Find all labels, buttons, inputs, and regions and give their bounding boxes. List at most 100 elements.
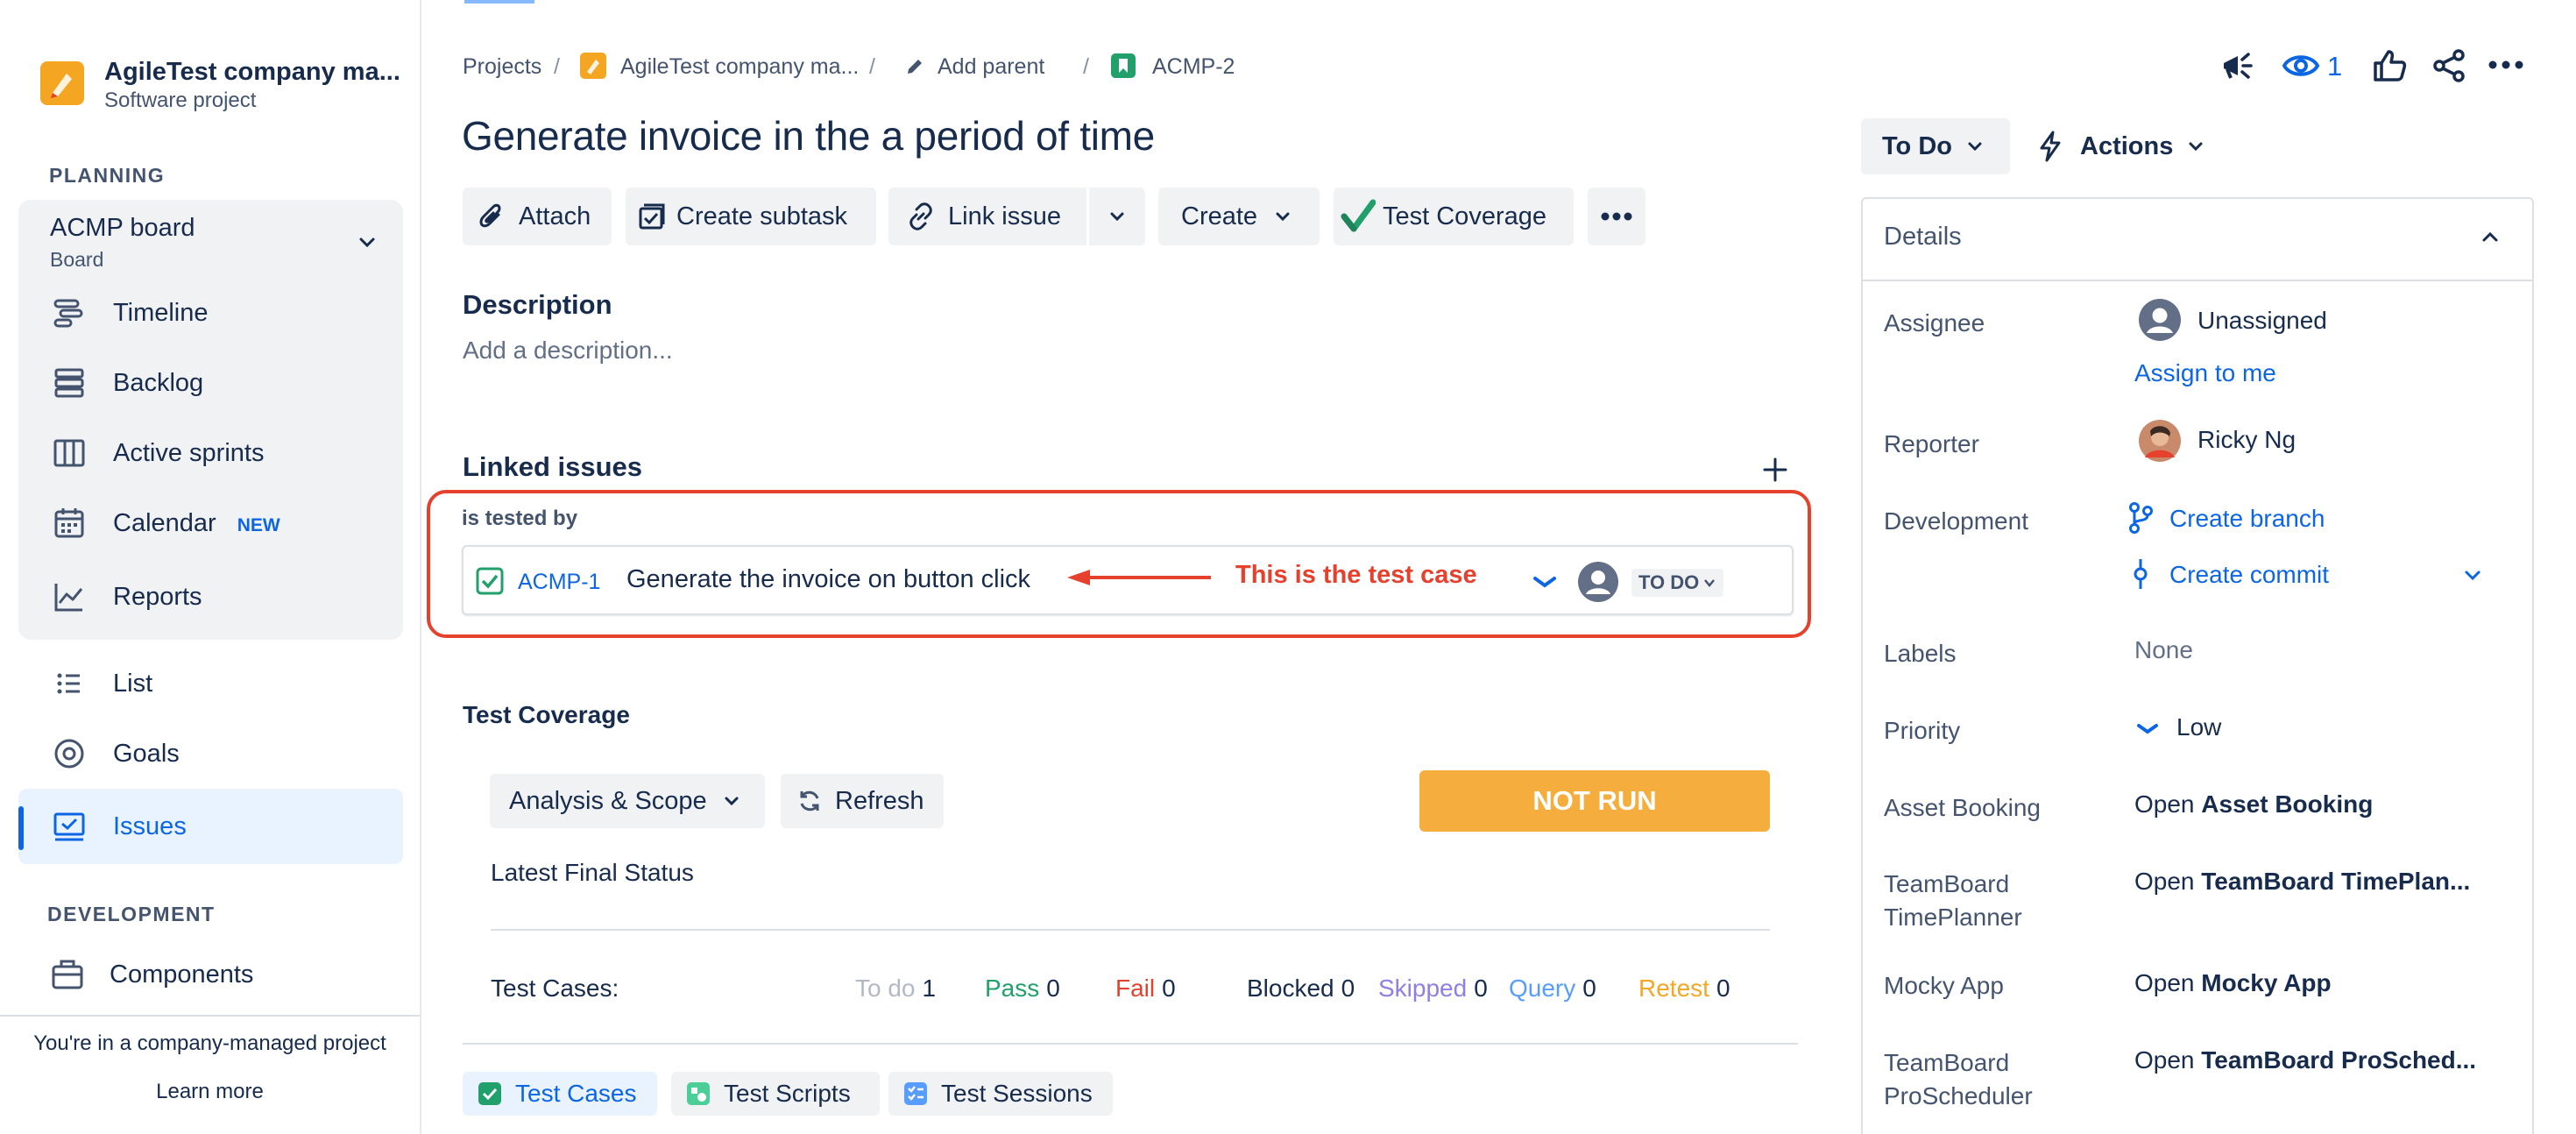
label-line: TeamBoard (1884, 1049, 2010, 1076)
reporter-label: Reporter (1884, 430, 1979, 457)
issue-title[interactable]: Generate invoice in the a period of time (462, 112, 1155, 159)
stat-skipped[interactable]: Skipped 0 (1378, 975, 1488, 1003)
stat-query[interactable]: Query 0 (1509, 975, 1596, 1003)
priority-low-icon (2134, 719, 2161, 744)
sidebar-item-backlog[interactable]: Backlog (18, 349, 403, 417)
attach-button[interactable]: Attach (463, 188, 612, 245)
breadcrumb-project[interactable]: AgileTest company ma... (620, 54, 859, 80)
teamboard-proscheduler-link[interactable]: Open TeamBoard ProSched... (2134, 1046, 2476, 1074)
teamboard-proscheduler-name: TeamBoard ProSched... (2201, 1046, 2477, 1074)
link-issue-dropdown[interactable] (1089, 188, 1145, 245)
test-coverage-button[interactable]: Test Coverage (1334, 188, 1574, 245)
stat-fail[interactable]: Fail 0 (1115, 975, 1176, 1003)
avatar (1577, 561, 1619, 607)
more-icon[interactable] (2487, 49, 2525, 85)
open-text: Open (2134, 868, 2195, 895)
sidebar-item-goals[interactable]: Goals (18, 719, 403, 788)
labels-value[interactable]: None (2134, 636, 2193, 664)
stat-value: 0 (1582, 975, 1596, 1002)
create-branch-link[interactable]: Create branch (2169, 505, 2325, 533)
description-heading: Description (463, 289, 612, 320)
priority-value[interactable]: Low (2176, 713, 2221, 741)
sidebar-item-components[interactable]: Components (18, 940, 403, 1009)
watch-count[interactable]: 1 (2327, 51, 2342, 82)
teamboard-timeplanner-link[interactable]: Open TeamBoard TimePlan... (2134, 868, 2470, 896)
reports-icon (52, 579, 87, 614)
stat-retest[interactable]: Retest 0 (1638, 975, 1730, 1003)
sidebar-item-label: Components (110, 960, 254, 989)
create-button[interactable]: Create (1158, 188, 1320, 245)
chevron-down-icon (725, 797, 739, 806)
mocky-app-name: Mocky App (2201, 969, 2332, 996)
tab-test-scripts[interactable]: Test Scripts (671, 1072, 880, 1116)
top-accent-bar (464, 0, 534, 4)
stat-pass[interactable]: Pass 0 (985, 975, 1060, 1003)
linked-issue-summary[interactable]: Generate the invoice on button click (626, 565, 1030, 594)
arrow-left-icon (1065, 568, 1213, 592)
status-label: To Do (1882, 131, 1952, 160)
stat-label: Blocked (1247, 975, 1334, 1002)
mocky-app-link[interactable]: Open Mocky App (2134, 969, 2332, 997)
tab-test-sessions[interactable]: Test Sessions (888, 1072, 1113, 1116)
test-case-icon (476, 567, 504, 599)
actions-button[interactable]: Actions (2036, 118, 2206, 174)
linked-issue-key[interactable]: ACMP-1 (518, 570, 600, 595)
linked-issue-status[interactable]: TO DO (1631, 569, 1724, 597)
breadcrumb-projects[interactable]: Projects (463, 54, 541, 80)
details-heading: Details (1884, 223, 1962, 251)
create-label: Create (1181, 202, 1258, 230)
stat-label: Fail (1115, 975, 1156, 1002)
add-link-plus-icon[interactable] (1759, 454, 1791, 490)
link-issue-button[interactable]: Link issue (888, 188, 1086, 245)
share-icon[interactable] (2431, 47, 2467, 89)
reporter-value[interactable]: Ricky Ng (2197, 426, 2296, 454)
create-subtask-button[interactable]: Create subtask (626, 188, 876, 245)
refresh-button[interactable]: Refresh (781, 774, 944, 828)
more-actions-button[interactable] (1588, 188, 1645, 245)
branch-icon[interactable] (2127, 501, 2154, 539)
chevron-down-icon[interactable] (355, 230, 379, 259)
board-title[interactable]: ACMP board (50, 214, 195, 243)
linked-issues-heading: Linked issues (463, 451, 643, 482)
stat-blocked[interactable]: Blocked 0 (1247, 975, 1355, 1003)
chevron-up-icon[interactable] (2478, 225, 2502, 254)
sidebar-item-issues[interactable]: Issues (18, 789, 403, 864)
details-header[interactable] (1861, 197, 2534, 281)
sidebar-item-reports[interactable]: Reports (18, 563, 403, 631)
status-button[interactable]: To Do (1861, 118, 2010, 174)
sidebar-item-label: Timeline (113, 298, 209, 327)
reporter-avatar (2138, 419, 2182, 467)
chevron-down-icon[interactable] (2460, 563, 2485, 592)
breadcrumb-add-parent[interactable]: Add parent (938, 54, 1044, 80)
tab-test-cases[interactable]: Test Cases (463, 1072, 657, 1116)
commit-icon[interactable] (2130, 557, 2151, 595)
stat-todo[interactable]: To do 1 (855, 975, 936, 1003)
not-run-status: NOT RUN (1419, 770, 1770, 832)
tab-label: Test Cases (515, 1080, 637, 1107)
asset-booking-name: Asset Booking (2201, 790, 2374, 818)
analysis-scope-button[interactable]: Analysis & Scope (490, 774, 765, 828)
sidebar-item-active-sprints[interactable]: Active sprints (18, 419, 403, 487)
sidebar-item-timeline[interactable]: Timeline (18, 279, 403, 347)
learn-more-link[interactable]: Learn more (0, 1080, 420, 1104)
sidebar-item-list[interactable]: List (18, 649, 403, 718)
tab-label: Test Scripts (724, 1080, 851, 1107)
breadcrumb-issue-key[interactable]: ACMP-2 (1152, 54, 1235, 80)
megaphone-icon[interactable] (2219, 47, 2255, 89)
project-logo-icon[interactable] (40, 61, 84, 105)
sidebar-item-calendar[interactable]: Calendar NEW (18, 489, 403, 557)
watch-eye-icon[interactable] (2282, 49, 2320, 87)
development-header: DEVELOPMENT (47, 903, 216, 925)
project-name[interactable]: AgileTest company ma... (104, 58, 400, 87)
assignee-value[interactable]: Unassigned (2197, 307, 2327, 335)
assign-to-me-link[interactable]: Assign to me (2134, 359, 2276, 387)
analysis-scope-label: Analysis & Scope (509, 786, 707, 815)
create-commit-link[interactable]: Create commit (2169, 561, 2329, 589)
description-placeholder[interactable]: Add a description... (463, 337, 673, 365)
asset-booking-link[interactable]: Open Asset Booking (2134, 790, 2373, 819)
sidebar-item-label: Calendar NEW (113, 509, 280, 538)
test-case-icon (477, 1081, 503, 1107)
labels-label: Labels (1884, 640, 1957, 667)
thumbs-up-icon[interactable] (2371, 47, 2408, 89)
latest-final-status-label: Latest Final Status (491, 859, 694, 886)
